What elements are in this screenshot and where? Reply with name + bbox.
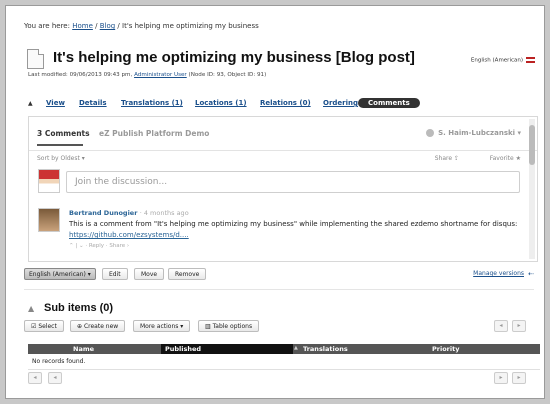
language-select-value: English (American) <box>29 271 86 278</box>
breadcrumb-separator: / <box>95 22 98 30</box>
user-menu[interactable]: S. Haim-Lubczanski ▾ <box>426 129 521 137</box>
comment-author-link[interactable]: Bertrand Dunogier <box>69 209 137 217</box>
language-label: English (American) <box>470 57 523 64</box>
meta-prefix: Last modified: 09/06/2013 09:43 pm, <box>28 72 133 78</box>
user-avatar-icon <box>426 129 435 137</box>
tab-bar: ▲ View Details Translations (1) Location… <box>24 98 529 110</box>
tab-translations[interactable]: Translations (1) <box>121 99 183 107</box>
comment-time[interactable]: 4 months ago <box>144 209 189 217</box>
upvote-icon[interactable]: ⌃ <box>69 243 74 249</box>
page-title: It's helping me optimizing my business [… <box>53 49 415 66</box>
breadcrumb-prefix: You are here: <box>24 22 70 30</box>
prev-page-button-top[interactable]: ◂ <box>494 320 508 332</box>
column-priority[interactable]: Priority <box>432 345 459 353</box>
comment-link[interactable]: https://github.com/ezsystems/d.... <box>69 231 189 239</box>
prev-page-button[interactable]: ◂ <box>48 372 62 384</box>
table-options-label: Table options <box>212 323 253 330</box>
disqus-panel: 3 Comments eZ Publish Platform Demo S. H… <box>28 116 538 262</box>
columns-icon: ▥ <box>205 323 211 330</box>
page-frame: You are here: Home / Blog / It's helping… <box>5 5 545 399</box>
edit-button[interactable]: Edit <box>102 268 128 280</box>
checkbox-icon: ☑ <box>31 323 37 330</box>
scrollbar-thumb[interactable] <box>529 125 535 165</box>
create-new-button[interactable]: ⊕ Create new <box>70 320 126 332</box>
favorite-button[interactable]: Favorite ★ <box>490 155 521 162</box>
column-name[interactable]: Name <box>73 345 94 353</box>
disqus-header: 3 Comments eZ Publish Platform Demo S. H… <box>29 117 537 151</box>
remove-button[interactable]: Remove <box>168 268 207 280</box>
comment-author-avatar[interactable] <box>38 208 60 232</box>
next-page-button-top[interactable]: ▸ <box>512 320 526 332</box>
share-thread-button[interactable]: Share ⇪ <box>435 155 459 162</box>
column-published[interactable]: Published <box>165 345 201 353</box>
breadcrumb-separator: / <box>117 22 120 30</box>
favorite-label: Favorite <box>489 155 514 162</box>
last-modified-meta: Last modified: 09/06/2013 09:43 pm, Admi… <box>28 72 266 78</box>
scrollbar[interactable] <box>529 119 535 259</box>
document-icon <box>27 49 44 69</box>
more-actions-label: More actions <box>140 323 179 330</box>
join-discussion-input[interactable]: Join the discussion... <box>66 171 520 193</box>
flag-icon <box>526 57 535 63</box>
active-tab-underline <box>37 144 83 146</box>
downvote-icon[interactable]: ⌄ <box>79 243 84 249</box>
tab-details[interactable]: Details <box>79 99 107 107</box>
comment-actions: ⌃ | ⌄ · Reply · Share › <box>69 243 130 249</box>
tab-view[interactable]: View <box>46 99 65 107</box>
create-new-label: Create new <box>83 323 119 330</box>
sort-label: Sort by Oldest <box>37 155 80 162</box>
tab-ordering[interactable]: Ordering <box>323 99 358 107</box>
next-page-button[interactable]: ▸ <box>494 372 508 384</box>
manage-versions-link[interactable]: Manage versions <box>473 270 524 277</box>
language-indicator: English (American) <box>471 57 535 64</box>
more-actions-button[interactable]: More actions ▾ <box>133 320 191 332</box>
empty-message: No records found. <box>32 358 86 365</box>
subitems-title: Sub items (0) <box>44 302 114 314</box>
breadcrumb: You are here: Home / Blog / It's helping… <box>24 22 259 30</box>
versions-icon[interactable]: ⇠ <box>528 270 534 278</box>
community-tab[interactable]: eZ Publish Platform Demo <box>99 129 209 138</box>
divider <box>24 289 534 290</box>
breadcrumb-blog-link[interactable]: Blog <box>100 22 115 30</box>
user-name: S. Haim-Lubczanski <box>438 129 516 137</box>
first-page-button[interactable]: ◂ <box>28 372 42 384</box>
avatar <box>38 169 60 193</box>
comments-count-tab[interactable]: 3 Comments <box>37 129 90 138</box>
meta-suffix: (Node ID: 93, Object ID: 91) <box>188 72 267 78</box>
share-label: Share <box>434 155 453 162</box>
tab-comments[interactable]: Comments <box>358 98 420 108</box>
subitems-table-header: Name Published ▲ Translations Priority <box>28 344 540 354</box>
select-label: Select <box>38 323 57 330</box>
collapse-arrow-icon[interactable]: ▲ <box>28 304 34 313</box>
tab-locations[interactable]: Locations (1) <box>195 99 247 107</box>
meta-user-link[interactable]: Administrator User <box>134 72 187 78</box>
table-divider <box>28 369 540 370</box>
sort-arrow-icon: ▲ <box>294 345 298 351</box>
last-page-button[interactable]: ▸ <box>512 372 526 384</box>
comment-text: This is a comment from "It's helping me … <box>69 220 518 228</box>
sort-dropdown[interactable]: Sort by Oldest ▾ <box>37 155 85 162</box>
collapse-triangle-icon[interactable]: ▲ <box>28 100 33 107</box>
comment-body: This is a comment from "It's helping me … <box>69 219 529 241</box>
comment-share-link[interactable]: Share <box>109 243 125 249</box>
column-translations[interactable]: Translations <box>303 345 348 353</box>
select-button[interactable]: ☑ Select <box>24 320 64 332</box>
move-button[interactable]: Move <box>134 268 165 280</box>
table-options-button[interactable]: ▥ Table options <box>198 320 260 332</box>
breadcrumb-home-link[interactable]: Home <box>72 22 93 30</box>
language-select[interactable]: English (American) ▾ <box>24 268 96 280</box>
plus-icon: ⊕ <box>77 323 83 330</box>
comment-header: Bertrand Dunogier · 4 months ago <box>69 209 189 217</box>
breadcrumb-current: It's helping me optimizing my business <box>122 22 259 30</box>
reply-link[interactable]: Reply <box>89 243 104 249</box>
tab-relations[interactable]: Relations (0) <box>260 99 311 107</box>
